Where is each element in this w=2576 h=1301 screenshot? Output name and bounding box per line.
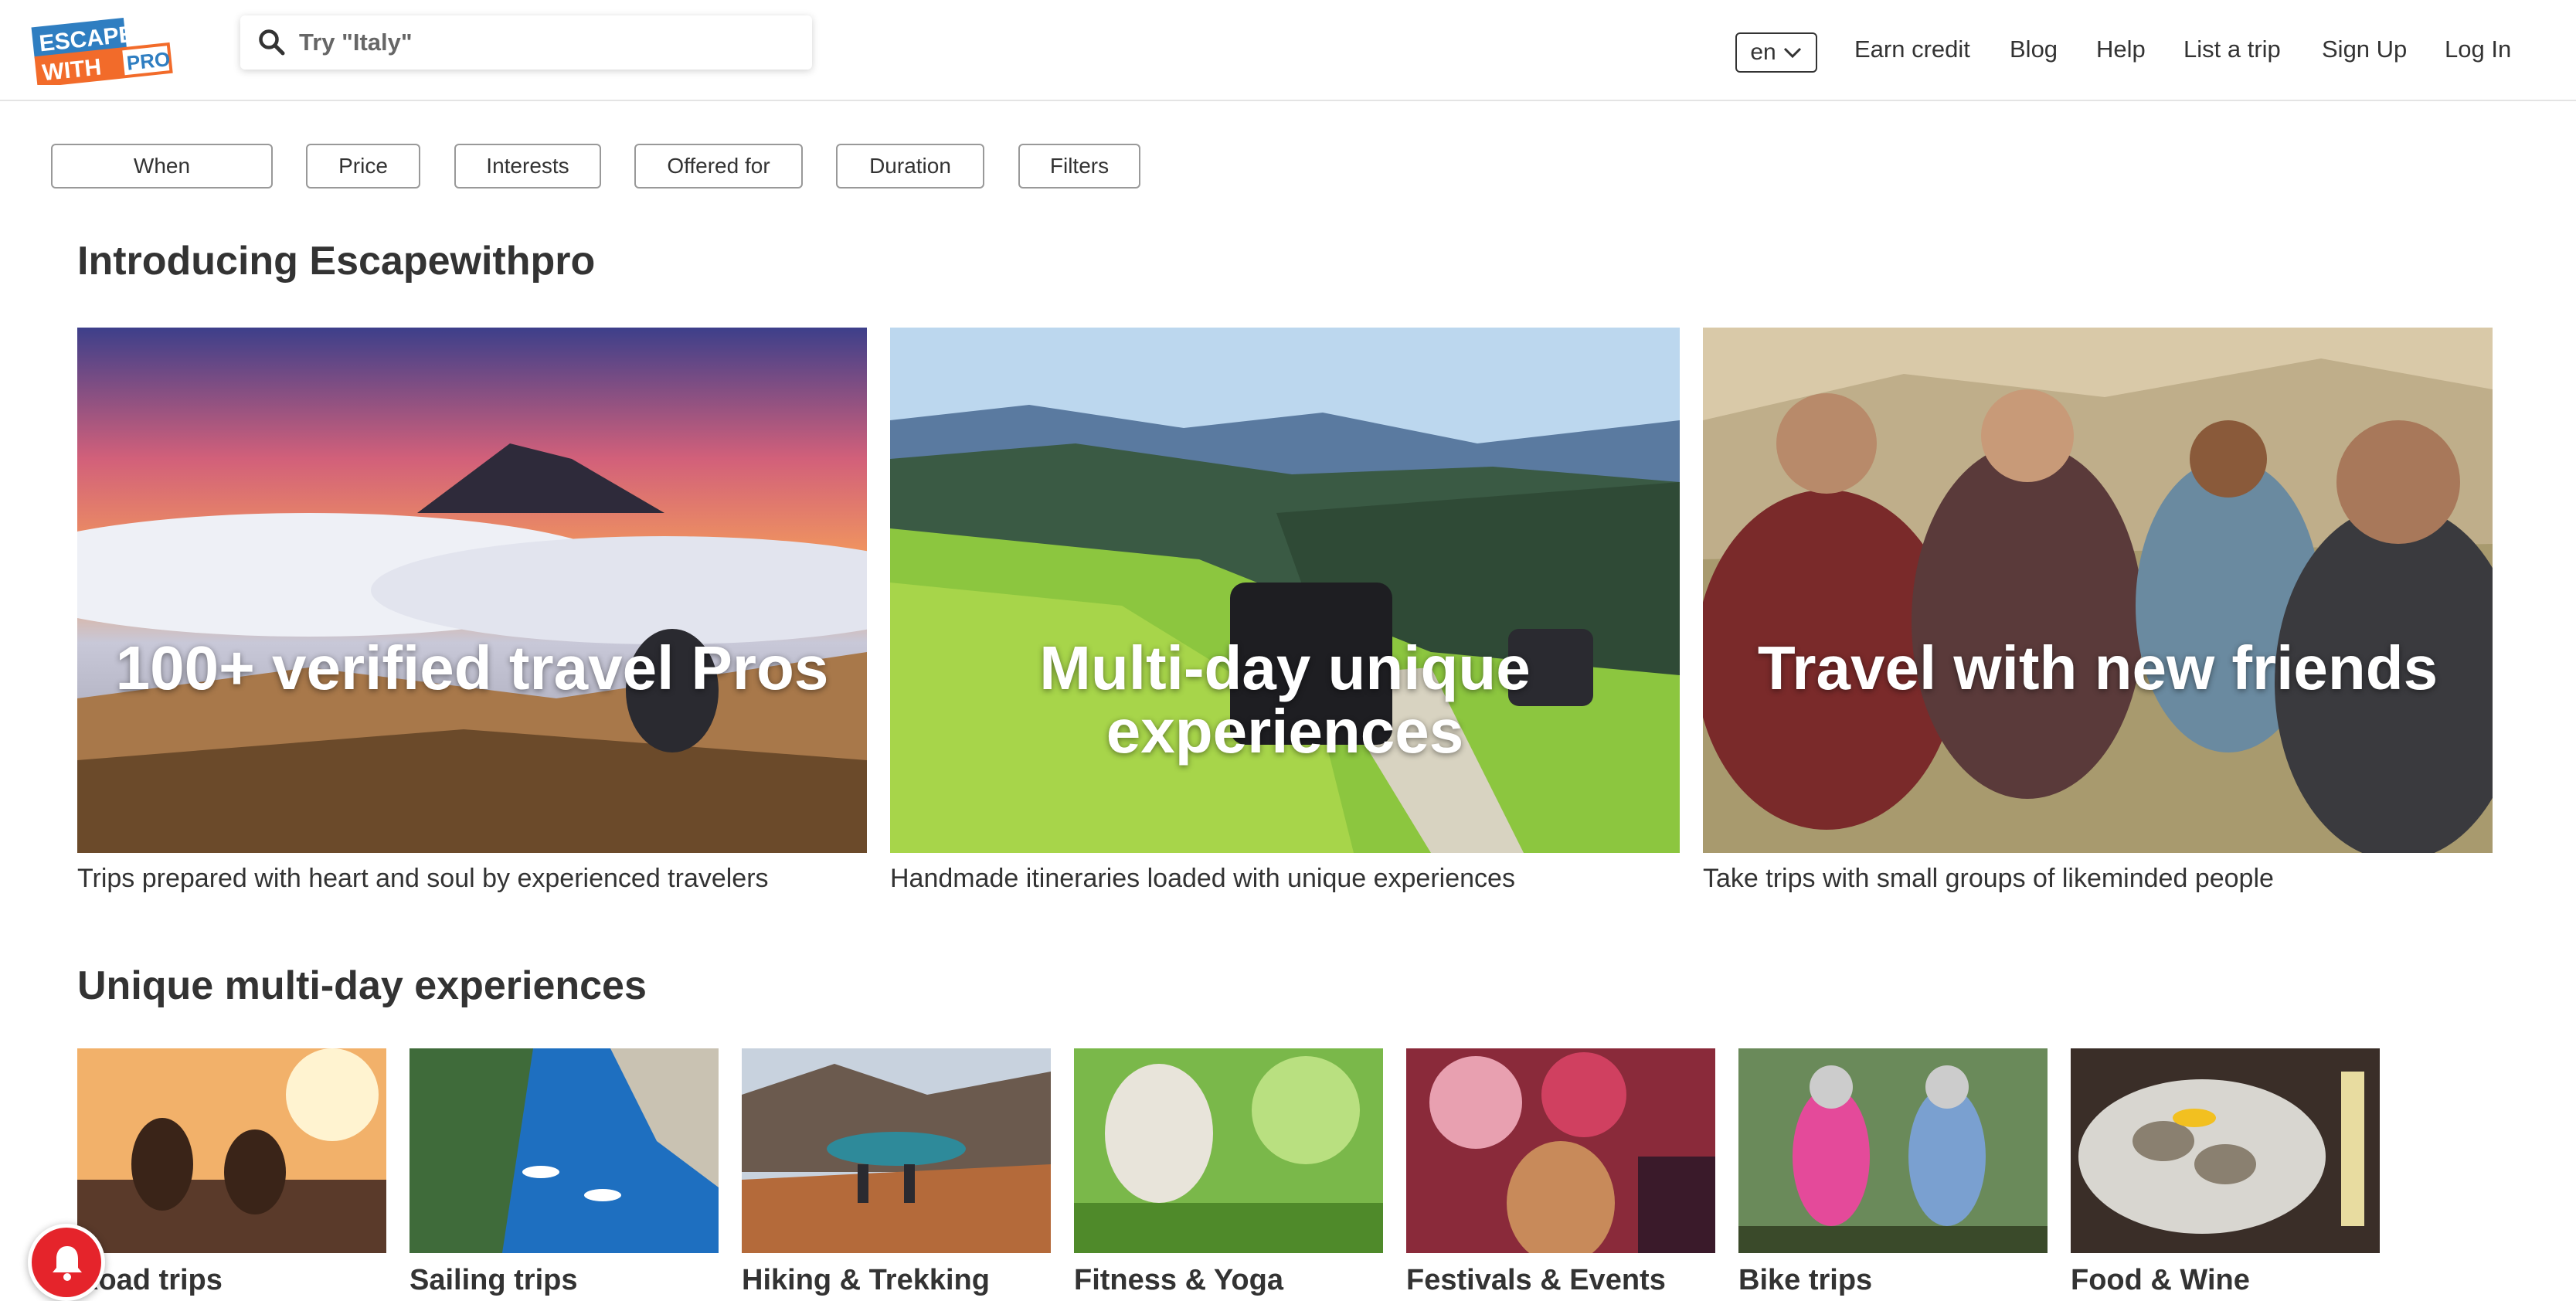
filter-price[interactable]: Price	[306, 144, 420, 189]
experience-sailing-trips[interactable]	[410, 1048, 719, 1253]
experience-food-wine[interactable]	[2071, 1048, 2380, 1253]
nav-list-a-trip[interactable]: List a trip	[2183, 36, 2281, 63]
sunset-mountain-image	[77, 328, 867, 853]
search-box	[240, 15, 812, 70]
festivals-events-image	[1406, 1048, 1715, 1253]
friends-group-image	[1703, 328, 2493, 853]
intro-card-new-friends[interactable]: Travel with new friends	[1703, 328, 2493, 853]
search-input[interactable]	[299, 15, 794, 70]
food-wine-image	[2071, 1048, 2380, 1253]
experience-road-trips[interactable]	[77, 1048, 386, 1253]
logo-text-accent: PRO	[125, 47, 171, 75]
experience-label[interactable]: Food & Wine	[2071, 1264, 2250, 1297]
filter-duration[interactable]: Duration	[836, 144, 984, 189]
nav-sign-up[interactable]: Sign Up	[2322, 36, 2407, 63]
chevron-down-icon	[1783, 47, 1801, 59]
sailing-trips-image	[410, 1048, 719, 1253]
intro-card-unique-experiences[interactable]: Multi-day unique experiences	[890, 328, 1680, 853]
experience-fitness-yoga[interactable]	[1074, 1048, 1383, 1253]
intro-card-caption: Handmade itineraries loaded with unique …	[890, 864, 1515, 893]
intro-card-title: 100+ verified travel Pros	[115, 634, 829, 702]
experiences-section-title: Unique multi-day experiences	[77, 963, 647, 1008]
bike-trips-image	[1738, 1048, 2048, 1253]
filter-more[interactable]: Filters	[1018, 144, 1140, 189]
intro-card-caption: Take trips with small groups of likemind…	[1703, 864, 2274, 893]
filter-when[interactable]: When	[51, 144, 273, 189]
nav-blog[interactable]: Blog	[2010, 36, 2058, 63]
experience-hiking-trekking[interactable]	[742, 1048, 1051, 1253]
nav-earn-credit[interactable]: Earn credit	[1854, 36, 1970, 63]
site-header: ESCAPE WITH PRO en Earn credit Blog Help…	[0, 0, 2576, 101]
experience-label[interactable]: Hiking & Trekking	[742, 1264, 990, 1297]
filter-interests[interactable]: Interests	[454, 144, 601, 189]
intro-card-travel-pros[interactable]: 100+ verified travel Pros	[77, 328, 867, 853]
experience-label[interactable]: Sailing trips	[410, 1264, 577, 1297]
experience-festivals-events[interactable]	[1406, 1048, 1715, 1253]
bell-icon	[53, 1246, 82, 1281]
experience-label[interactable]: Festivals & Events	[1406, 1264, 1666, 1297]
nav-help[interactable]: Help	[2096, 36, 2146, 63]
hiking-trekking-image	[742, 1048, 1051, 1253]
mountain-valley-image	[890, 328, 1680, 853]
intro-card-caption: Trips prepared with heart and soul by ex…	[77, 864, 769, 893]
intro-section-title: Introducing Escapewithpro	[77, 239, 596, 284]
escapewithpro-logo[interactable]: ESCAPE WITH PRO	[31, 14, 175, 88]
language-label: en	[1750, 39, 1776, 65]
experience-label[interactable]: Bike trips	[1738, 1264, 1872, 1297]
fitness-yoga-image	[1074, 1048, 1383, 1253]
experience-bike-trips[interactable]	[1738, 1048, 2048, 1253]
intro-card-title: Multi-day unique experiences	[1039, 634, 1531, 766]
language-selector[interactable]: en	[1735, 32, 1817, 73]
filter-offered-for[interactable]: Offered for	[634, 144, 803, 189]
experience-label[interactable]: Fitness & Yoga	[1074, 1264, 1283, 1297]
logo-text-middle: WITH	[41, 54, 103, 85]
search-icon	[259, 29, 285, 56]
nav-log-in[interactable]: Log In	[2445, 36, 2511, 63]
intro-card-title: Travel with new friends	[1757, 634, 2438, 702]
road-trips-image	[77, 1048, 386, 1253]
notification-button[interactable]	[28, 1224, 105, 1301]
